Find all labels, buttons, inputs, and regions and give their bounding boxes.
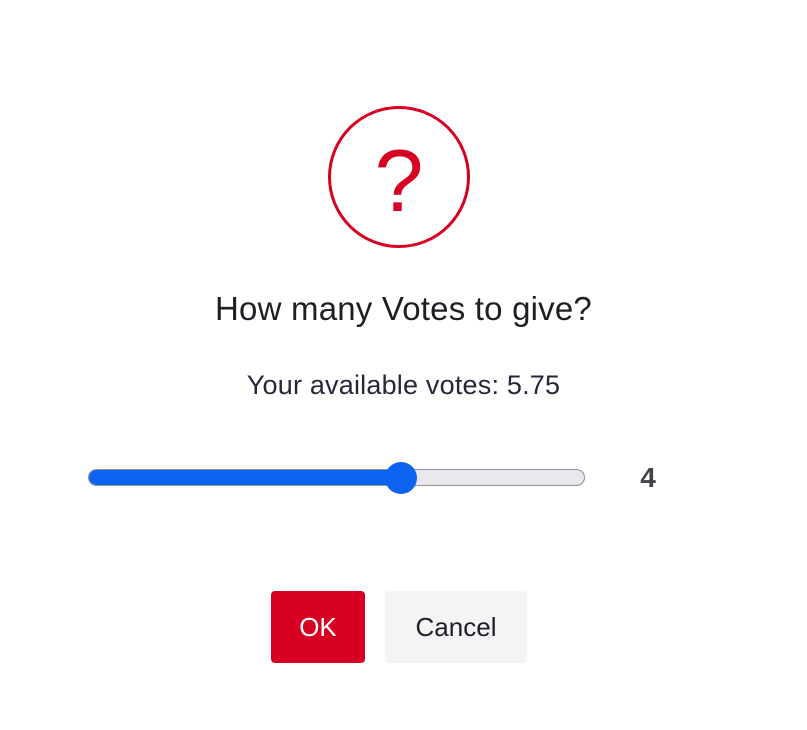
slider-thumb[interactable] <box>385 462 418 494</box>
cancel-button[interactable]: Cancel <box>385 591 527 663</box>
vote-dialog: ? How many Votes to give? Your available… <box>0 0 807 730</box>
ok-button[interactable]: OK <box>271 591 365 663</box>
question-icon: ? <box>328 106 470 248</box>
slider-track[interactable] <box>88 469 585 486</box>
slider-fill <box>89 470 401 485</box>
slider-value: 4 <box>640 462 656 493</box>
available-votes-text: Your available votes: 5.75 <box>246 370 561 400</box>
dialog-title: How many Votes to give? <box>215 290 592 327</box>
votes-slider[interactable] <box>88 462 585 494</box>
question-mark-glyph: ? <box>375 131 424 230</box>
